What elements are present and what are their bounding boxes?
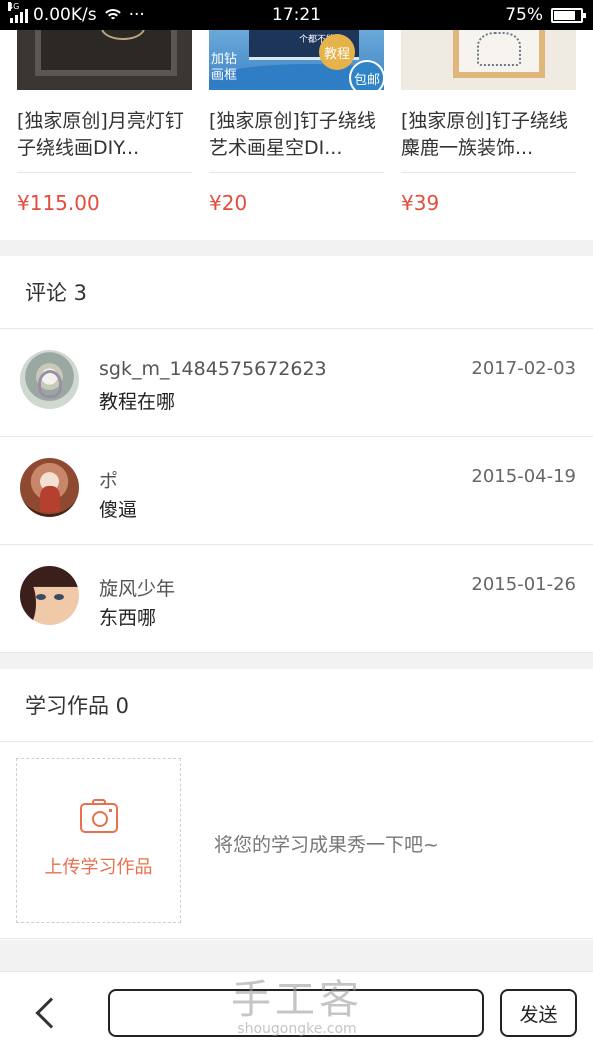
comment-date: 2017-02-03: [471, 358, 576, 379]
comment-author[interactable]: sgk_m_1484575672623: [99, 358, 327, 380]
bottom-bar: 发送: [0, 971, 593, 1054]
product-title[interactable]: [独家原创]月亮灯钉子绕线画DIY...: [17, 108, 192, 162]
comment-item[interactable]: 旋风少年 东西哪 2015-01-26: [0, 545, 593, 653]
comment-item[interactable]: sgk_m_1484575672623 教程在哪 2017-02-03: [0, 329, 593, 437]
comment-item[interactable]: ポ 傻逼 2015-04-19: [0, 437, 593, 545]
status-bar: 4G 0.00K/s ··· 17:21 75%: [0, 0, 593, 30]
chevron-left-icon: [35, 997, 67, 1029]
works-hint: 将您的学习成果秀一下吧~: [214, 834, 439, 856]
works-section: 上传学习作品 将您的学习成果秀一下吧~: [0, 742, 593, 939]
avatar[interactable]: [20, 458, 79, 517]
product-image[interactable]: 个都不能少 加钻画框 教程 包邮: [209, 30, 384, 90]
comment-author[interactable]: ポ: [99, 466, 118, 493]
product-tag: 加钻画框: [211, 52, 238, 83]
section-gap: [0, 940, 593, 971]
send-button[interactable]: 发送: [500, 989, 577, 1037]
divider: [401, 172, 576, 173]
comment-text: 傻逼: [99, 499, 138, 521]
section-gap: [0, 653, 593, 669]
product-image[interactable]: [17, 30, 192, 90]
battery-icon: [551, 7, 586, 23]
status-time: 17:21: [272, 5, 321, 25]
comments-header: 评论 3: [0, 256, 593, 329]
product-title[interactable]: [独家原创]钉子绕线艺术画星空DI...: [209, 108, 384, 162]
product-card[interactable]: [独家原创]钉子绕线麋鹿一族装饰... ¥39: [401, 30, 576, 215]
comment-text: 教程在哪: [99, 391, 176, 413]
avatar[interactable]: [20, 566, 79, 625]
avatar[interactable]: [20, 350, 79, 409]
tutorial-badge: 教程: [319, 34, 355, 70]
product-price: ¥20: [209, 191, 248, 215]
comment-date: 2015-01-26: [471, 574, 576, 595]
comment-author[interactable]: 旋风少年: [99, 574, 175, 601]
upload-work-label: 上传学习作品: [44, 856, 153, 878]
related-products: [独家原创]月亮灯钉子绕线画DIY... ¥115.00 个都不能少 加钻画框 …: [0, 30, 593, 240]
section-gap: [0, 240, 593, 256]
divider: [17, 172, 192, 173]
camera-icon: [79, 798, 118, 833]
comment-input[interactable]: [108, 989, 484, 1037]
upload-work-button[interactable]: 上传学习作品: [16, 758, 181, 923]
product-image[interactable]: [401, 30, 576, 90]
product-price: ¥115.00: [17, 191, 100, 215]
product-price: ¥39: [401, 191, 440, 215]
product-card[interactable]: [独家原创]月亮灯钉子绕线画DIY... ¥115.00: [17, 30, 192, 215]
product-title[interactable]: [独家原创]钉子绕线麋鹿一族装饰...: [401, 108, 576, 162]
battery-percent: 75%: [505, 5, 543, 25]
divider: [209, 172, 384, 173]
comment-date: 2015-04-19: [471, 466, 576, 487]
works-header: 学习作品 0: [0, 669, 593, 742]
free-shipping-badge: 包邮: [349, 60, 384, 90]
back-button[interactable]: [32, 994, 67, 1034]
comment-text: 东西哪: [99, 607, 157, 629]
product-card[interactable]: 个都不能少 加钻画框 教程 包邮 [独家原创]钉子绕线艺术画星空DI... ¥2…: [209, 30, 384, 215]
